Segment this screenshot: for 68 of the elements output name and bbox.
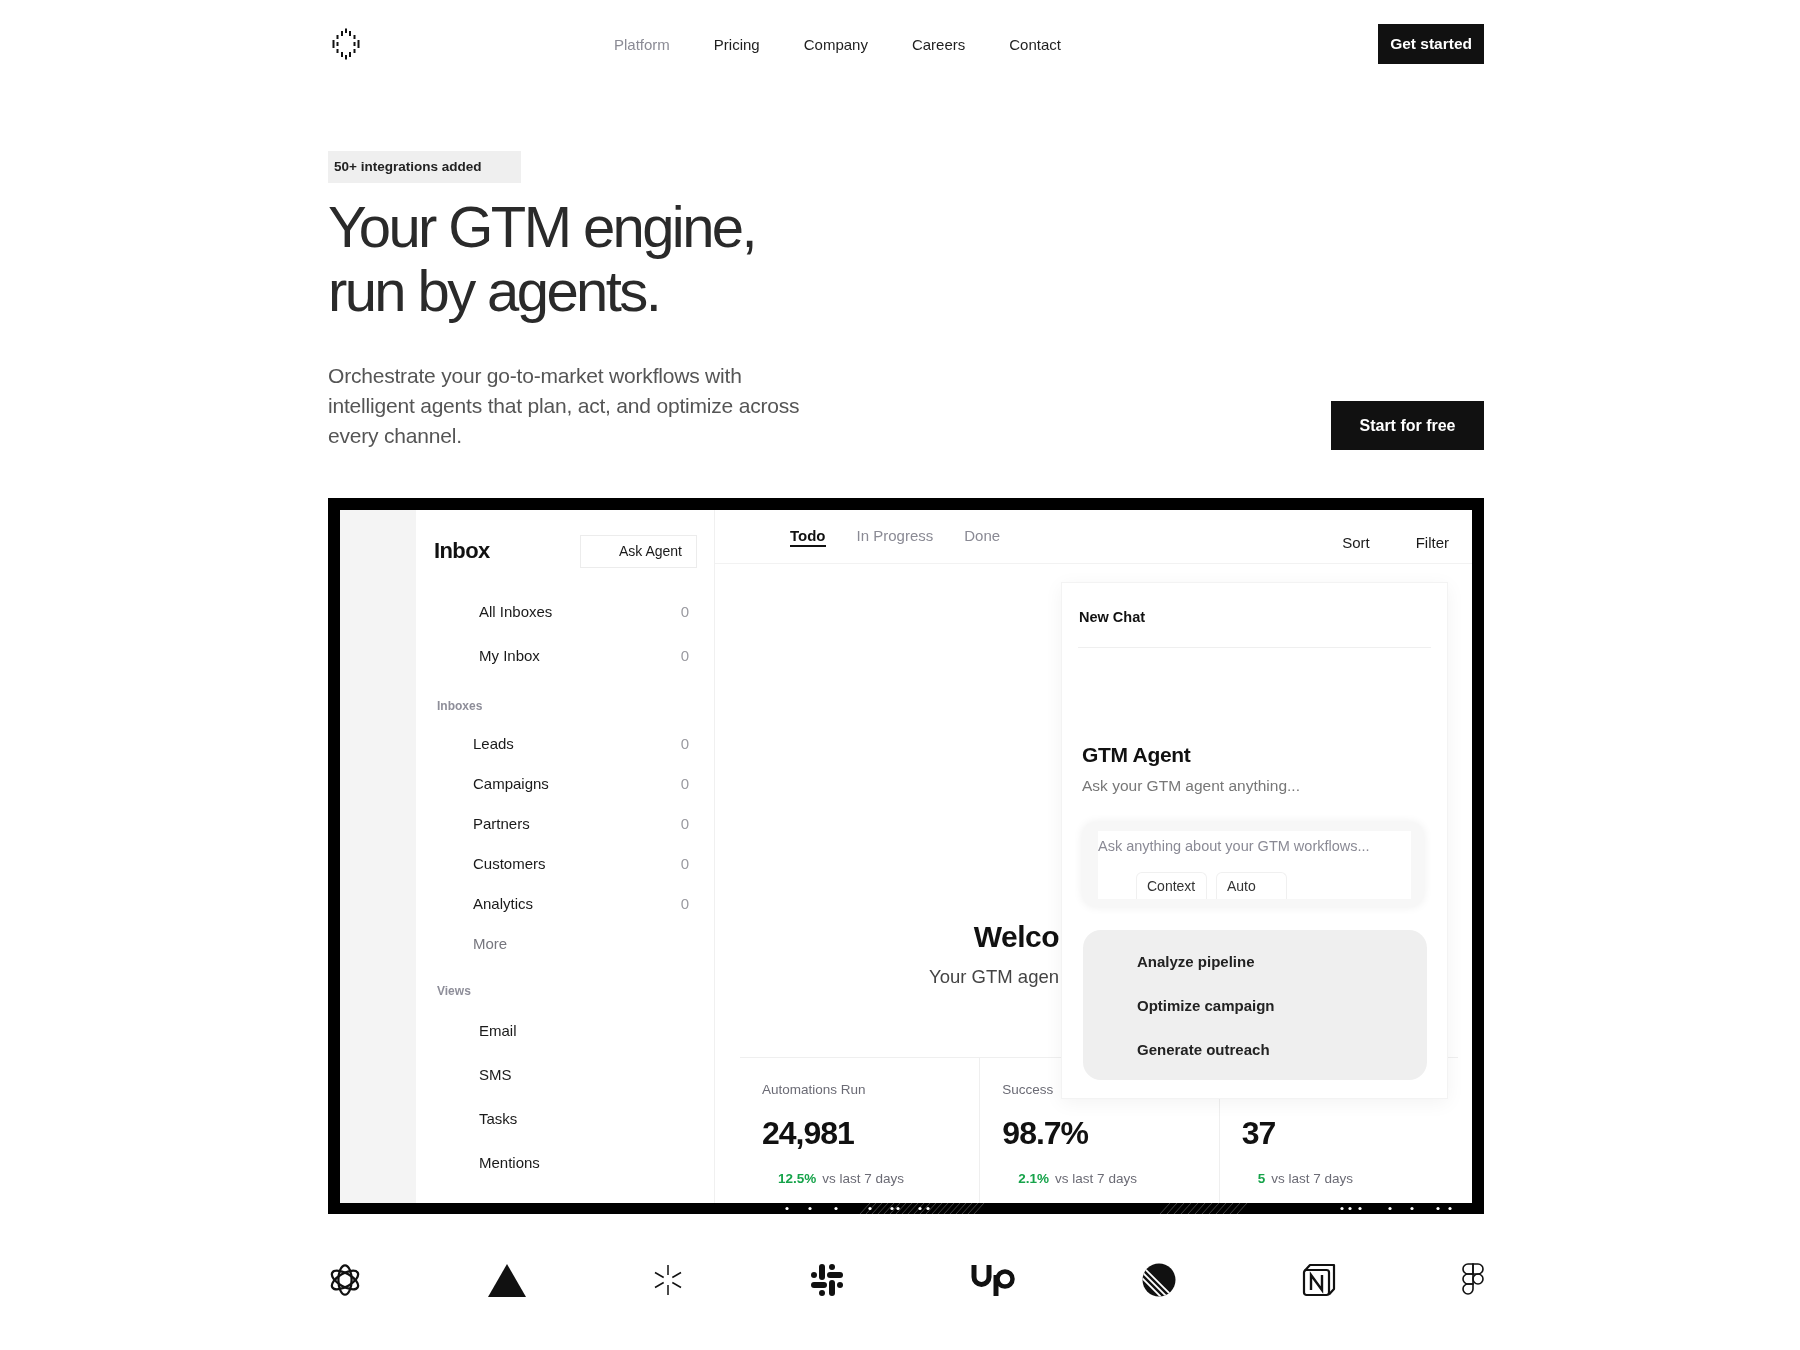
section-heading: Views: [436, 983, 472, 1000]
stat-label: Automations Run: [762, 1081, 866, 1099]
suggestion-item[interactable]: Optimize campaign: [1083, 983, 1427, 1027]
status-tab[interactable]: Done: [964, 527, 1001, 547]
item-count: 0: [680, 814, 689, 832]
item-count: 0: [680, 774, 689, 792]
nav-link[interactable]: Contact: [1009, 35, 1061, 53]
stat-change: 12.5%: [778, 1170, 817, 1188]
sidebar-item[interactable]: Partners 0: [416, 803, 714, 843]
stat-value: 37: [1241, 1114, 1276, 1152]
nav-link[interactable]: Company: [803, 35, 868, 53]
chat-title: New Chat: [1079, 608, 1146, 626]
triangle-logo-icon: [488, 1263, 526, 1297]
start-free-button[interactable]: Start for free: [1331, 401, 1484, 450]
suggestion-item[interactable]: Analyze pipeline: [1083, 939, 1427, 983]
up-logo-icon: [970, 1263, 1016, 1297]
shapes-logo-icon: [1462, 1263, 1484, 1297]
announcement-tag: 50+ integrations added: [328, 151, 522, 183]
option-chip[interactable]: Auto: [1216, 872, 1287, 899]
sidebar-item[interactable]: All Inboxes 0: [416, 589, 714, 633]
toolbar-action[interactable]: Filter: [1415, 534, 1449, 552]
stat-comparison: vs last 7 days: [822, 1170, 905, 1188]
stat-change: 5: [1257, 1170, 1266, 1188]
status-tab[interactable]: Todo: [790, 527, 826, 547]
stat-comparison: vs last 7 days: [1055, 1170, 1137, 1188]
item-count: 0: [680, 854, 689, 872]
get-started-button[interactable]: Get started: [1378, 24, 1484, 64]
suggestion-item[interactable]: Generate outreach: [1083, 1027, 1427, 1071]
sidebar-item[interactable]: Leads 0: [416, 723, 714, 763]
item-count: 0: [680, 734, 689, 752]
section-heading: Inboxes: [436, 698, 484, 715]
sidebar-item[interactable]: Campaigns 0: [416, 763, 714, 803]
sidebar-item[interactable]: My Inbox 0: [416, 633, 714, 677]
stat-label: Success: [1002, 1081, 1054, 1099]
stat-change: 2.1%: [1018, 1170, 1050, 1188]
agent-prompt: Ask your GTM agent anything...: [1082, 776, 1300, 796]
status-tab[interactable]: In Progress: [856, 527, 934, 547]
rings-logo-icon: [328, 1263, 362, 1297]
toolbar-action[interactable]: Sort: [1342, 534, 1370, 552]
sidebar-item[interactable]: Tasks: [416, 1096, 714, 1140]
burst-logo-icon: [652, 1264, 684, 1296]
agent-name: GTM Agent: [1082, 742, 1191, 768]
hero-subtitle: Orchestrate your go-to-market workflows with intelligent agents that plan, act, and optimize across every channel.: [328, 363, 801, 449]
sidebar-item[interactable]: SMS: [416, 1052, 714, 1096]
hash-logo-icon: [810, 1263, 844, 1297]
ask-agent-button[interactable]: Ask Agent: [579, 534, 697, 568]
item-count: 0: [680, 646, 689, 664]
welcome-subtitle: Your GTM agen: [929, 965, 1059, 989]
sidebar-title: Inbox: [434, 538, 490, 564]
item-count: 0: [680, 894, 689, 912]
sidebar-item[interactable]: Mentions: [416, 1140, 714, 1184]
sidebar-item[interactable]: Analytics 0: [416, 883, 714, 923]
nav-link[interactable]: Pricing: [713, 35, 760, 53]
sidebar-item[interactable]: Email: [416, 1008, 714, 1052]
striped-circle-logo-icon: [1142, 1263, 1176, 1297]
stat-value: 98.7%: [1002, 1114, 1089, 1152]
stat-value: 24,981: [762, 1114, 854, 1152]
nav-link[interactable]: Careers: [911, 35, 966, 53]
more-link[interactable]: More: [416, 923, 714, 963]
cube-logo-icon: [1302, 1263, 1336, 1297]
item-count: 0: [680, 602, 689, 620]
hero-headline: Your GTM engine, run by agents.: [328, 195, 755, 323]
stat-comparison: vs last 7 days: [1271, 1170, 1353, 1188]
welcome-title: Welco: [973, 919, 1059, 955]
sidebar-item[interactable]: Customers 0: [416, 843, 714, 883]
option-chip[interactable]: Context: [1136, 872, 1207, 899]
bars-logo-icon[interactable]: [332, 28, 360, 60]
chat-input-field[interactable]: Ask anything about your GTM workflows... Context Auto: [1098, 831, 1411, 899]
